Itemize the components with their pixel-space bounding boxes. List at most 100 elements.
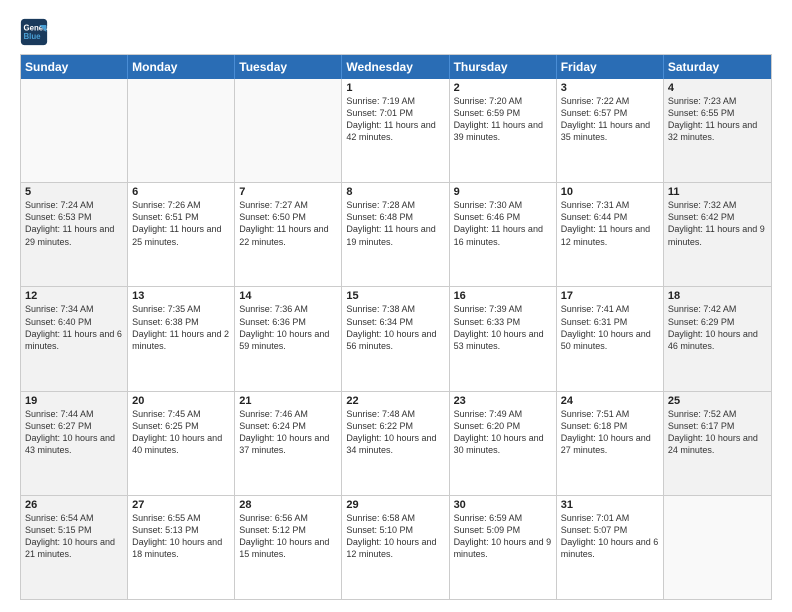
day-number: 28 bbox=[239, 499, 337, 511]
cell-daylight-info: Sunrise: 7:48 AM Sunset: 6:22 PM Dayligh… bbox=[346, 408, 444, 457]
day-number: 27 bbox=[132, 499, 230, 511]
day-number: 23 bbox=[454, 395, 552, 407]
calendar-header-cell: Saturday bbox=[664, 55, 771, 79]
calendar-cell: 6Sunrise: 7:26 AM Sunset: 6:51 PM Daylig… bbox=[128, 183, 235, 286]
calendar-cell: 18Sunrise: 7:42 AM Sunset: 6:29 PM Dayli… bbox=[664, 287, 771, 390]
calendar-cell: 22Sunrise: 7:48 AM Sunset: 6:22 PM Dayli… bbox=[342, 392, 449, 495]
day-number: 15 bbox=[346, 290, 444, 302]
calendar-header-row: SundayMondayTuesdayWednesdayThursdayFrid… bbox=[21, 55, 771, 79]
calendar-cell bbox=[21, 79, 128, 182]
calendar-cell: 20Sunrise: 7:45 AM Sunset: 6:25 PM Dayli… bbox=[128, 392, 235, 495]
calendar-week: 1Sunrise: 7:19 AM Sunset: 7:01 PM Daylig… bbox=[21, 79, 771, 182]
calendar-cell: 19Sunrise: 7:44 AM Sunset: 6:27 PM Dayli… bbox=[21, 392, 128, 495]
calendar-week: 19Sunrise: 7:44 AM Sunset: 6:27 PM Dayli… bbox=[21, 391, 771, 495]
calendar-cell: 14Sunrise: 7:36 AM Sunset: 6:36 PM Dayli… bbox=[235, 287, 342, 390]
calendar-week: 26Sunrise: 6:54 AM Sunset: 5:15 PM Dayli… bbox=[21, 495, 771, 599]
calendar-week: 5Sunrise: 7:24 AM Sunset: 6:53 PM Daylig… bbox=[21, 182, 771, 286]
cell-daylight-info: Sunrise: 7:28 AM Sunset: 6:48 PM Dayligh… bbox=[346, 199, 444, 248]
calendar-header-cell: Sunday bbox=[21, 55, 128, 79]
cell-daylight-info: Sunrise: 6:56 AM Sunset: 5:12 PM Dayligh… bbox=[239, 512, 337, 561]
cell-daylight-info: Sunrise: 7:32 AM Sunset: 6:42 PM Dayligh… bbox=[668, 199, 767, 248]
logo: General Blue bbox=[20, 18, 52, 46]
calendar-cell: 16Sunrise: 7:39 AM Sunset: 6:33 PM Dayli… bbox=[450, 287, 557, 390]
day-number: 4 bbox=[668, 82, 767, 94]
calendar-header-cell: Friday bbox=[557, 55, 664, 79]
day-number: 9 bbox=[454, 186, 552, 198]
calendar-cell: 2Sunrise: 7:20 AM Sunset: 6:59 PM Daylig… bbox=[450, 79, 557, 182]
cell-daylight-info: Sunrise: 7:51 AM Sunset: 6:18 PM Dayligh… bbox=[561, 408, 659, 457]
day-number: 17 bbox=[561, 290, 659, 302]
calendar-cell bbox=[235, 79, 342, 182]
cell-daylight-info: Sunrise: 7:20 AM Sunset: 6:59 PM Dayligh… bbox=[454, 95, 552, 144]
calendar-cell: 27Sunrise: 6:55 AM Sunset: 5:13 PM Dayli… bbox=[128, 496, 235, 599]
calendar-cell: 28Sunrise: 6:56 AM Sunset: 5:12 PM Dayli… bbox=[235, 496, 342, 599]
calendar-cell: 13Sunrise: 7:35 AM Sunset: 6:38 PM Dayli… bbox=[128, 287, 235, 390]
svg-text:Blue: Blue bbox=[24, 32, 42, 41]
day-number: 31 bbox=[561, 499, 659, 511]
cell-daylight-info: Sunrise: 7:44 AM Sunset: 6:27 PM Dayligh… bbox=[25, 408, 123, 457]
cell-daylight-info: Sunrise: 7:52 AM Sunset: 6:17 PM Dayligh… bbox=[668, 408, 767, 457]
calendar-cell: 12Sunrise: 7:34 AM Sunset: 6:40 PM Dayli… bbox=[21, 287, 128, 390]
calendar-cell: 8Sunrise: 7:28 AM Sunset: 6:48 PM Daylig… bbox=[342, 183, 449, 286]
calendar-cell: 21Sunrise: 7:46 AM Sunset: 6:24 PM Dayli… bbox=[235, 392, 342, 495]
day-number: 12 bbox=[25, 290, 123, 302]
calendar-week: 12Sunrise: 7:34 AM Sunset: 6:40 PM Dayli… bbox=[21, 286, 771, 390]
day-number: 20 bbox=[132, 395, 230, 407]
calendar-cell bbox=[128, 79, 235, 182]
calendar-cell: 29Sunrise: 6:58 AM Sunset: 5:10 PM Dayli… bbox=[342, 496, 449, 599]
cell-daylight-info: Sunrise: 7:27 AM Sunset: 6:50 PM Dayligh… bbox=[239, 199, 337, 248]
cell-daylight-info: Sunrise: 6:55 AM Sunset: 5:13 PM Dayligh… bbox=[132, 512, 230, 561]
day-number: 19 bbox=[25, 395, 123, 407]
cell-daylight-info: Sunrise: 7:30 AM Sunset: 6:46 PM Dayligh… bbox=[454, 199, 552, 248]
cell-daylight-info: Sunrise: 7:35 AM Sunset: 6:38 PM Dayligh… bbox=[132, 303, 230, 352]
day-number: 2 bbox=[454, 82, 552, 94]
cell-daylight-info: Sunrise: 7:24 AM Sunset: 6:53 PM Dayligh… bbox=[25, 199, 123, 248]
calendar-cell: 17Sunrise: 7:41 AM Sunset: 6:31 PM Dayli… bbox=[557, 287, 664, 390]
day-number: 22 bbox=[346, 395, 444, 407]
cell-daylight-info: Sunrise: 7:34 AM Sunset: 6:40 PM Dayligh… bbox=[25, 303, 123, 352]
page: General Blue SundayMondayTuesdayWednesda… bbox=[0, 0, 792, 612]
calendar-cell: 4Sunrise: 7:23 AM Sunset: 6:55 PM Daylig… bbox=[664, 79, 771, 182]
day-number: 5 bbox=[25, 186, 123, 198]
calendar-cell: 23Sunrise: 7:49 AM Sunset: 6:20 PM Dayli… bbox=[450, 392, 557, 495]
logo-icon: General Blue bbox=[20, 18, 48, 46]
cell-daylight-info: Sunrise: 7:39 AM Sunset: 6:33 PM Dayligh… bbox=[454, 303, 552, 352]
calendar-cell: 25Sunrise: 7:52 AM Sunset: 6:17 PM Dayli… bbox=[664, 392, 771, 495]
cell-daylight-info: Sunrise: 7:38 AM Sunset: 6:34 PM Dayligh… bbox=[346, 303, 444, 352]
calendar-header-cell: Thursday bbox=[450, 55, 557, 79]
day-number: 24 bbox=[561, 395, 659, 407]
cell-daylight-info: Sunrise: 7:41 AM Sunset: 6:31 PM Dayligh… bbox=[561, 303, 659, 352]
calendar-cell: 15Sunrise: 7:38 AM Sunset: 6:34 PM Dayli… bbox=[342, 287, 449, 390]
calendar-header-cell: Tuesday bbox=[235, 55, 342, 79]
cell-daylight-info: Sunrise: 7:46 AM Sunset: 6:24 PM Dayligh… bbox=[239, 408, 337, 457]
day-number: 8 bbox=[346, 186, 444, 198]
cell-daylight-info: Sunrise: 6:58 AM Sunset: 5:10 PM Dayligh… bbox=[346, 512, 444, 561]
calendar-cell: 3Sunrise: 7:22 AM Sunset: 6:57 PM Daylig… bbox=[557, 79, 664, 182]
cell-daylight-info: Sunrise: 7:23 AM Sunset: 6:55 PM Dayligh… bbox=[668, 95, 767, 144]
calendar-cell: 30Sunrise: 6:59 AM Sunset: 5:09 PM Dayli… bbox=[450, 496, 557, 599]
calendar: SundayMondayTuesdayWednesdayThursdayFrid… bbox=[20, 54, 772, 600]
calendar-cell: 7Sunrise: 7:27 AM Sunset: 6:50 PM Daylig… bbox=[235, 183, 342, 286]
header: General Blue bbox=[20, 18, 772, 46]
calendar-cell: 31Sunrise: 7:01 AM Sunset: 5:07 PM Dayli… bbox=[557, 496, 664, 599]
day-number: 16 bbox=[454, 290, 552, 302]
calendar-cell: 24Sunrise: 7:51 AM Sunset: 6:18 PM Dayli… bbox=[557, 392, 664, 495]
calendar-header-cell: Wednesday bbox=[342, 55, 449, 79]
cell-daylight-info: Sunrise: 7:45 AM Sunset: 6:25 PM Dayligh… bbox=[132, 408, 230, 457]
calendar-cell: 26Sunrise: 6:54 AM Sunset: 5:15 PM Dayli… bbox=[21, 496, 128, 599]
cell-daylight-info: Sunrise: 7:26 AM Sunset: 6:51 PM Dayligh… bbox=[132, 199, 230, 248]
calendar-cell: 9Sunrise: 7:30 AM Sunset: 6:46 PM Daylig… bbox=[450, 183, 557, 286]
cell-daylight-info: Sunrise: 6:59 AM Sunset: 5:09 PM Dayligh… bbox=[454, 512, 552, 561]
day-number: 10 bbox=[561, 186, 659, 198]
day-number: 25 bbox=[668, 395, 767, 407]
day-number: 26 bbox=[25, 499, 123, 511]
day-number: 30 bbox=[454, 499, 552, 511]
cell-daylight-info: Sunrise: 7:49 AM Sunset: 6:20 PM Dayligh… bbox=[454, 408, 552, 457]
day-number: 18 bbox=[668, 290, 767, 302]
day-number: 21 bbox=[239, 395, 337, 407]
cell-daylight-info: Sunrise: 6:54 AM Sunset: 5:15 PM Dayligh… bbox=[25, 512, 123, 561]
cell-daylight-info: Sunrise: 7:19 AM Sunset: 7:01 PM Dayligh… bbox=[346, 95, 444, 144]
cell-daylight-info: Sunrise: 7:31 AM Sunset: 6:44 PM Dayligh… bbox=[561, 199, 659, 248]
calendar-cell: 5Sunrise: 7:24 AM Sunset: 6:53 PM Daylig… bbox=[21, 183, 128, 286]
day-number: 13 bbox=[132, 290, 230, 302]
